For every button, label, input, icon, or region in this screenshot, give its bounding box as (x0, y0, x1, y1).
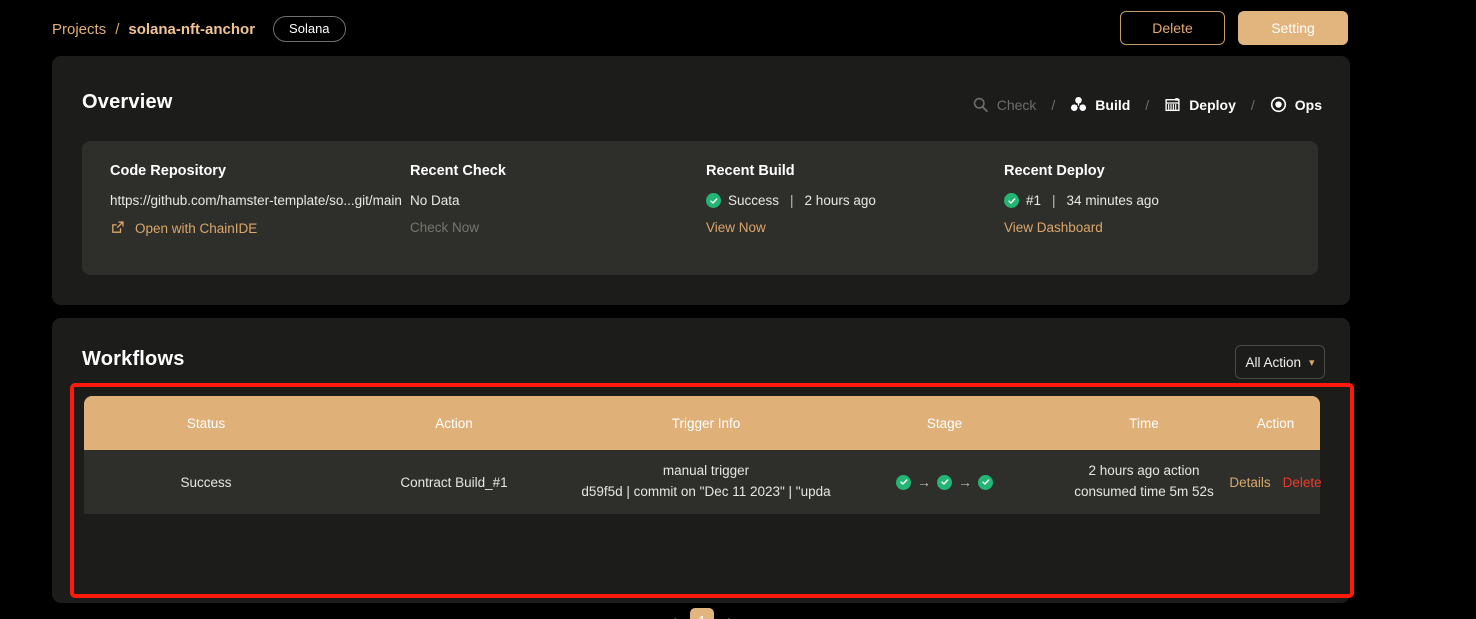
check-circle-icon (1004, 193, 1019, 208)
cell-status: Success (180, 474, 232, 490)
column-header-action: Action (435, 415, 473, 431)
pagination-next-button[interactable]: › (723, 610, 736, 619)
cell-row-actions: Details Delete (1229, 475, 1322, 490)
app-root: Projects / solana-nft-anchor Solana Dele… (0, 0, 1476, 619)
pagination-prev-button[interactable]: ‹ (668, 610, 681, 619)
overview-panel: Overview Check / Build / Deploy / Ops Co… (52, 56, 1350, 305)
top-bar: Projects / solana-nft-anchor Solana Dele… (0, 0, 1476, 56)
delete-project-button[interactable]: Delete (1120, 11, 1225, 45)
chain-badge[interactable]: Solana (273, 16, 346, 42)
code-repository-url: https://github.com/hamster-template/so..… (110, 193, 402, 208)
cell-trigger-info: manual trigger d59f5d | commit on "Dec 1… (580, 461, 832, 503)
info-column-code-repository: Code Repository https://github.com/hamst… (110, 163, 402, 237)
time-line-1: 2 hours ago action (1088, 463, 1200, 479)
check-circle-icon (896, 474, 911, 490)
trigger-info-line-2: d59f5d | commit on "Dec 11 2023" | "upda (581, 484, 831, 499)
nav-item-deploy-label: Deploy (1189, 96, 1236, 113)
info-column-recent-check: Recent Check No Data Check Now (410, 163, 506, 235)
delete-link[interactable]: Delete (1283, 475, 1322, 490)
search-icon (972, 96, 989, 113)
check-circle-icon (978, 474, 993, 490)
recent-deploy-heading: Recent Deploy (1004, 163, 1105, 179)
recent-deploy-separator: | (1052, 193, 1056, 208)
recent-build-status: Success (728, 193, 780, 208)
column-header-time: Time (1129, 415, 1159, 431)
external-link-icon (110, 220, 127, 237)
server-rack-icon (1164, 96, 1181, 113)
recent-build-time: 2 hours ago (804, 193, 876, 208)
pagination: ‹ 1 › (84, 608, 1320, 619)
table-header-row: Status Action Trigger Info Stage Time Ac… (84, 396, 1320, 450)
overview-info-card: Code Repository https://github.com/hamst… (82, 141, 1318, 275)
nav-item-deploy[interactable]: Deploy (1164, 96, 1236, 113)
info-column-recent-build: Recent Build Success | 2 hours ago View … (706, 163, 876, 235)
pagination-page-1[interactable]: 1 (690, 608, 714, 619)
workflows-table: Status Action Trigger Info Stage Time Ac… (84, 396, 1322, 619)
build-cluster-icon (1070, 96, 1087, 113)
nav-item-check-label: Check (996, 96, 1037, 113)
check-circle-icon (937, 474, 952, 490)
details-link[interactable]: Details (1229, 475, 1270, 490)
breadcrumb-separator: / (115, 20, 120, 38)
recent-build-separator: | (790, 193, 794, 208)
view-now-link[interactable]: View Now (706, 220, 876, 235)
nav-item-build-label: Build (1095, 96, 1131, 113)
workflows-panel: Workflows All Action ▾ Status Action Tri… (52, 318, 1350, 619)
target-icon (1270, 96, 1287, 113)
nav-item-ops[interactable]: Ops (1270, 96, 1322, 113)
recent-check-value: No Data (410, 193, 460, 208)
setting-button[interactable]: Setting (1238, 11, 1348, 45)
nav-item-ops-label: Ops (1294, 96, 1322, 113)
column-header-row-action: Action (1256, 415, 1295, 431)
info-column-recent-deploy: Recent Deploy #1 | 34 minutes ago View D… (1004, 163, 1159, 235)
stage-arrow-icon: → (917, 474, 931, 490)
column-header-status: Status (186, 415, 226, 431)
recent-build-heading: Recent Build (706, 163, 795, 179)
recent-build-status-row: Success | 2 hours ago (706, 193, 876, 208)
breadcrumb-current-project: solana-nft-anchor (128, 20, 256, 38)
all-action-filter-label: All Action (1245, 354, 1301, 370)
code-repository-heading: Code Repository (110, 163, 227, 179)
column-header-trigger-info: Trigger Info (671, 415, 741, 431)
all-action-filter-dropdown[interactable]: All Action ▾ (1235, 345, 1325, 379)
top-actions: Delete Setting (1120, 11, 1348, 45)
overview-title: Overview (82, 91, 173, 113)
breadcrumb: Projects / solana-nft-anchor Solana (52, 16, 346, 42)
check-now-link[interactable]: Check Now (410, 220, 506, 235)
nav-separator-1: / (1051, 96, 1056, 113)
view-dashboard-link[interactable]: View Dashboard (1004, 220, 1159, 235)
breadcrumb-projects-link[interactable]: Projects (52, 21, 106, 38)
time-line-2: consumed time 5m 52s (1074, 484, 1214, 499)
cell-time: 2 hours ago action consumed time 5m 52s (1057, 461, 1231, 503)
chevron-down-icon: ▾ (1309, 356, 1315, 369)
table-row: Success Contract Build_#1 manual trigger… (84, 450, 1322, 514)
recent-deploy-status-row: #1 | 34 minutes ago (1004, 193, 1159, 208)
overview-nav: Check / Build / Deploy / Ops (972, 96, 1322, 113)
check-circle-icon (706, 193, 721, 208)
nav-item-check[interactable]: Check (972, 96, 1037, 113)
nav-item-build[interactable]: Build (1070, 96, 1130, 113)
workflows-title: Workflows (82, 348, 185, 370)
recent-check-heading: Recent Check (410, 163, 506, 179)
open-with-chainide-label: Open with ChainIDE (135, 221, 258, 236)
stage-arrow-icon: → (958, 474, 972, 490)
nav-separator-3: / (1250, 96, 1255, 113)
recent-deploy-time: 34 minutes ago (1066, 193, 1159, 208)
cell-stage: → → (832, 474, 1057, 490)
column-header-stage: Stage (926, 415, 963, 431)
open-with-chainide-link[interactable]: Open with ChainIDE (110, 220, 402, 237)
cell-action: Contract Build_#1 (400, 474, 508, 490)
trigger-info-line-1: manual trigger (662, 463, 750, 479)
recent-deploy-number: #1 (1026, 193, 1042, 208)
nav-separator-2: / (1145, 96, 1150, 113)
